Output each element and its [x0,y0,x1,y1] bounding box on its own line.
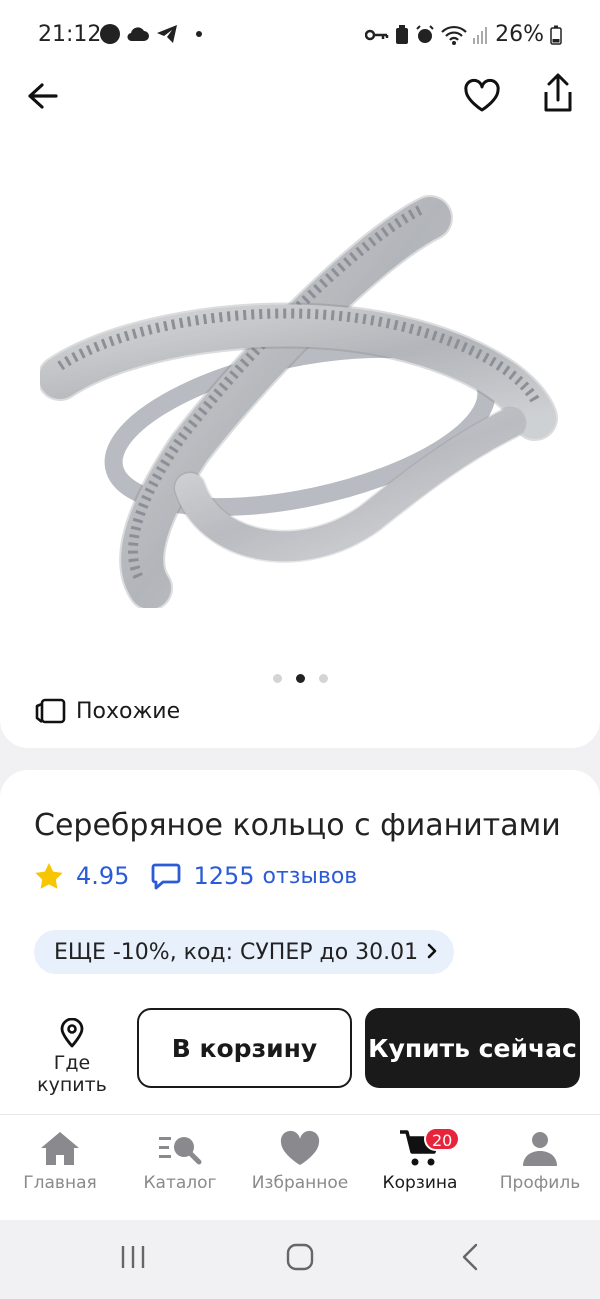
reviews-word: отзывов [262,863,358,889]
rating-value: 4.95 [76,862,130,890]
product-gallery-card: Похожие [0,70,600,748]
signal-icon [473,26,488,44]
status-bar: 21:12 26% [0,0,600,70]
more-notifications-icon [196,31,202,37]
catalog-search-icon [159,1137,202,1165]
tab-favorites[interactable]: Избранное [240,1129,360,1193]
key-icon [365,29,389,40]
profile-icon [523,1132,557,1166]
tab-label: Профиль [499,1173,581,1193]
heart-icon [280,1130,320,1165]
cards-stack-icon [35,698,66,724]
battery-percent: 26% [495,22,544,47]
cart-badge: 20 [424,1127,461,1151]
comment-icon [152,863,181,890]
gallery-dot-active[interactable] [295,674,305,683]
promo-text: ЕЩЕ -10%, код: СУПЕР до 30.01 [54,939,419,965]
star-icon [35,863,63,889]
chevron-right-icon [427,943,437,959]
gallery-dot[interactable] [272,674,282,683]
reviews-count: 1255 [193,862,255,890]
buy-now-button[interactable]: Купить сейчас [365,1008,580,1088]
product-info-card: Серебряное кольцо с фианитами 4.95 1255 … [0,770,600,1115]
similar-label: Похожие [76,698,181,724]
tab-profile[interactable]: Профиль [480,1129,600,1193]
notification-icons [100,24,202,44]
tab-catalog[interactable]: Каталог [120,1129,240,1193]
where-to-buy-button[interactable]: Где купить [18,1018,126,1096]
back-arrow-icon[interactable] [24,80,60,112]
add-to-cart-button[interactable]: В корзину [137,1008,352,1088]
location-pin-icon [60,1018,84,1048]
tab-label: Главная [23,1173,97,1193]
tab-cart[interactable]: 20 Корзина [360,1127,480,1193]
reviews-link[interactable]: 1255 отзывов [151,862,357,890]
home-button-icon[interactable] [285,1242,315,1272]
recent-apps-icon[interactable] [118,1242,148,1272]
battery-icon [550,25,562,45]
promo-banner[interactable]: ЕЩЕ -10%, код: СУПЕР до 30.01 [34,930,455,974]
share-icon[interactable] [538,72,578,116]
gallery-pagination[interactable] [0,674,600,683]
tab-label: Корзина [382,1173,458,1193]
rating-row[interactable]: 4.95 1255 отзывов [34,862,357,890]
home-icon [41,1132,79,1165]
favorite-heart-icon[interactable] [462,76,502,116]
where-to-buy-label: Где купить [37,1052,107,1096]
tab-label: Избранное [251,1173,349,1193]
back-button-icon[interactable] [458,1242,482,1272]
tab-label: Каталог [143,1173,217,1193]
gallery-dot[interactable] [318,674,328,683]
system-icons: 26% [365,22,562,47]
battery-saver-icon [396,24,409,44]
similar-button[interactable]: Похожие [34,698,180,724]
cloud-icon [127,27,149,42]
wifi-icon [441,25,467,45]
product-image[interactable] [40,188,560,608]
system-navigation-bar [0,1220,600,1299]
status-time: 21:12 [38,22,102,47]
telegram-icon [157,25,177,43]
record-icon [100,24,120,44]
alarm-icon [416,24,434,43]
tab-home[interactable]: Главная [0,1129,120,1193]
product-title: Серебряное кольцо с фианитами [34,808,561,843]
bottom-navigation: Главная Каталог Избранное 20 Корзина Про… [0,1114,600,1220]
